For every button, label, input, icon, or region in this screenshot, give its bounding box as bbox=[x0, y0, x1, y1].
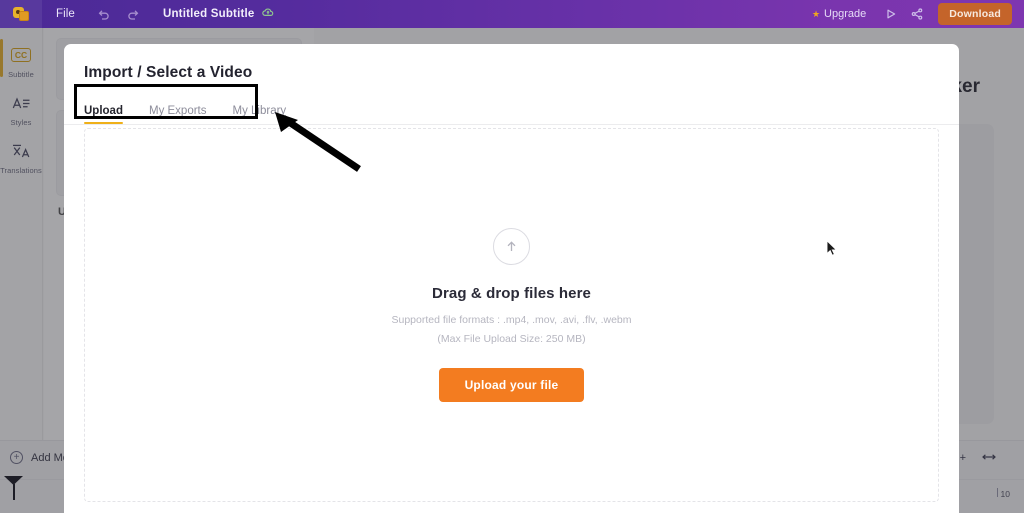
upload-arrow-icon bbox=[493, 228, 530, 265]
modal-title: Import / Select a Video bbox=[84, 64, 253, 81]
mouse-cursor bbox=[826, 239, 838, 262]
upgrade-button[interactable]: ★ Upgrade bbox=[800, 8, 878, 20]
app-logo-icon bbox=[12, 6, 30, 22]
play-icon[interactable] bbox=[878, 0, 904, 28]
share-icon[interactable] bbox=[904, 0, 930, 28]
upgrade-label: Upgrade bbox=[824, 8, 867, 20]
star-icon: ★ bbox=[811, 8, 821, 19]
dropzone-max-size: (Max File Upload Size: 250 MB) bbox=[437, 333, 586, 345]
cloud-saved-icon bbox=[261, 8, 274, 20]
redo-icon[interactable] bbox=[119, 0, 149, 28]
project-title: Untitled Subtitle bbox=[162, 8, 255, 20]
project-title-group[interactable]: Untitled Subtitle bbox=[149, 8, 274, 20]
undo-icon[interactable] bbox=[89, 0, 119, 28]
tabs-highlight-box bbox=[74, 84, 258, 119]
top-toolbar: File Untitled Subtitle ★ Upgrade Downloa… bbox=[0, 0, 1024, 28]
app-logo-button[interactable] bbox=[0, 0, 42, 28]
download-button[interactable]: Download bbox=[938, 3, 1012, 25]
file-dropzone[interactable]: Drag & drop files here Supported file fo… bbox=[84, 128, 939, 502]
pointer-arrow bbox=[262, 108, 366, 179]
file-menu[interactable]: File bbox=[42, 0, 89, 28]
upload-your-file-button[interactable]: Upload your file bbox=[438, 368, 585, 402]
dropzone-title: Drag & drop files here bbox=[432, 285, 591, 302]
dropzone-formats: Supported file formats : .mp4, .mov, .av… bbox=[391, 314, 632, 326]
app-root: File Untitled Subtitle ★ Upgrade Downloa… bbox=[0, 0, 1024, 513]
